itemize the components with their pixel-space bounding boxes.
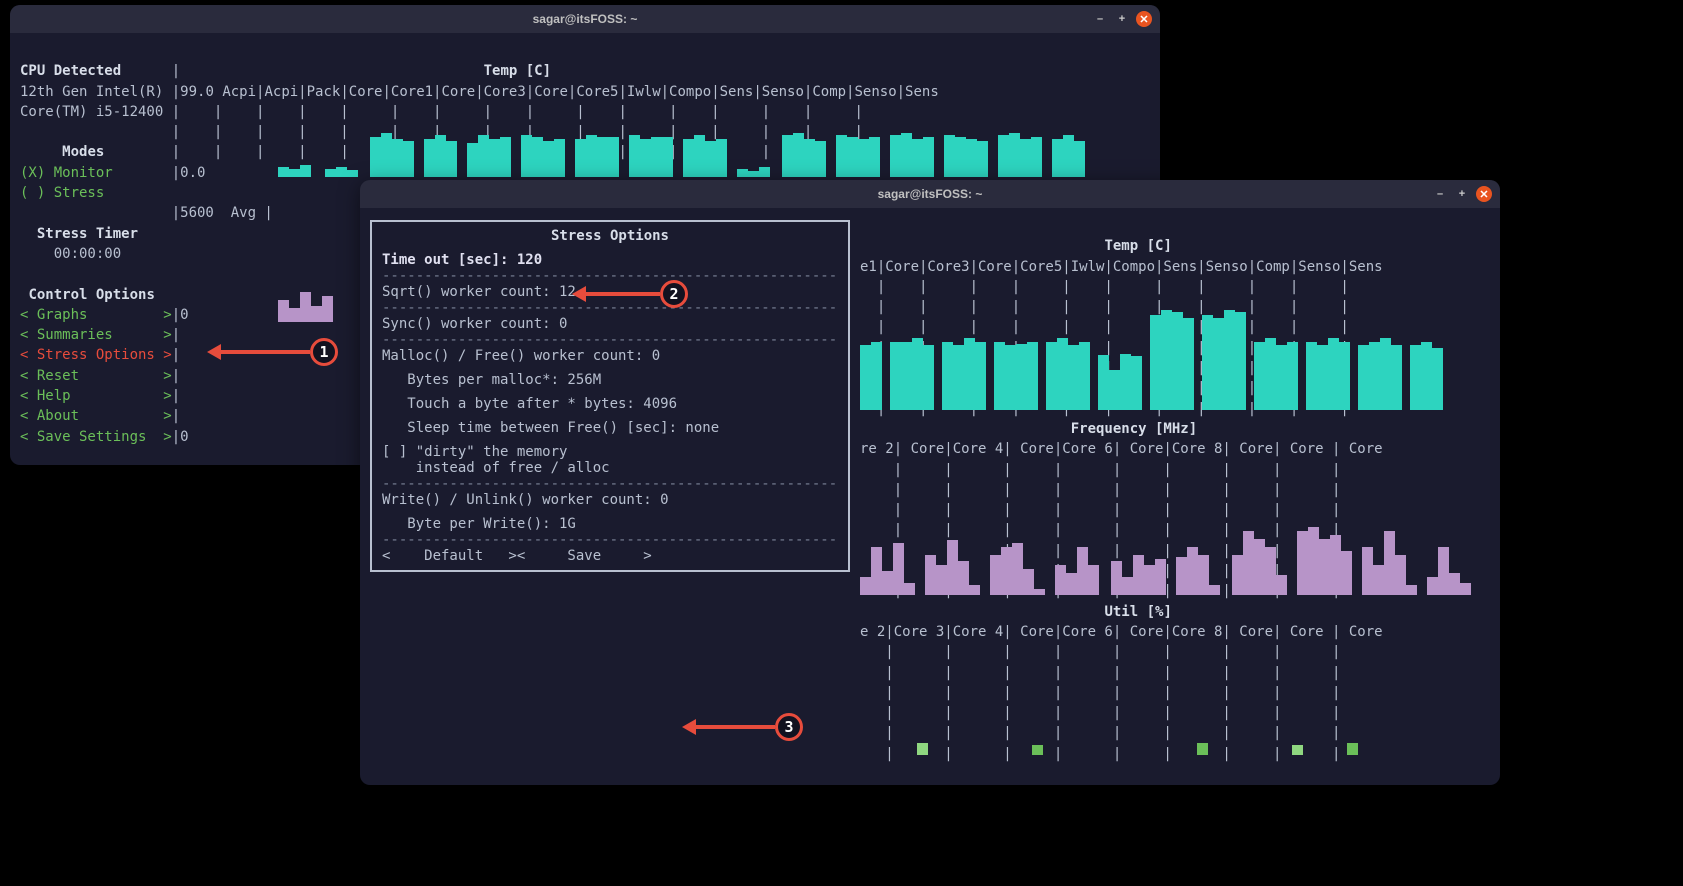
titlebar-1[interactable]: sagar@itsFOSS: ~ – + ✕ (10, 5, 1160, 33)
util-chart-2 (860, 645, 1358, 755)
save-button[interactable]: < Save > (517, 548, 652, 564)
bytes-malloc-field[interactable]: Bytes per malloc*: 256M (382, 372, 838, 388)
menu-save-settings[interactable]: < Save Settings > (20, 429, 172, 445)
write-field[interactable]: Write() / Unlink() worker count: 0 (382, 492, 838, 508)
temp-labels-2: e1|Core|Core3|Core|Core5|Iwlw|Compo|Sens… (860, 259, 1383, 275)
freq-chart-1-partial (278, 257, 333, 322)
control-options-header: Control Options (28, 287, 154, 303)
divider: ----------------------------------------… (382, 476, 838, 492)
terminal-window-2: sagar@itsFOSS: ~ – + ✕ Temp [C] e1|Core|… (360, 180, 1500, 785)
temp-chart-1 (278, 105, 1085, 177)
maximize-icon[interactable]: + (1114, 11, 1130, 27)
temp-scale-lo: |0.0 (172, 165, 206, 181)
close-icon[interactable]: ✕ (1476, 186, 1492, 202)
axis-zero-2: |0 (172, 429, 189, 445)
util-header: Util [%] (1104, 604, 1171, 620)
touch-byte-field[interactable]: Touch a byte after * bytes: 4096 (382, 396, 838, 412)
divider: ----------------------------------------… (382, 532, 838, 548)
close-icon[interactable]: ✕ (1136, 11, 1152, 27)
util-labels: e 2|Core 3|Core 4| Core|Core 6| Core|Cor… (860, 624, 1383, 640)
annotation-marker-3: 3 (775, 713, 803, 741)
sync-field[interactable]: Sync() worker count: 0 (382, 316, 838, 332)
dirty-checkbox[interactable]: [ ] "dirty" the memory (382, 444, 838, 460)
timeout-field[interactable]: Time out [sec]: 120 (382, 252, 542, 268)
temp-labels-1: Acpi|Acpi|Pack|Core|Core1|Core|Core3|Cor… (222, 84, 938, 100)
minimize-icon[interactable]: – (1092, 11, 1108, 27)
temp-header-2: Temp [C] (1104, 238, 1171, 254)
mode-stress[interactable]: ( ) Stress (20, 185, 104, 201)
stress-timer-value: 00:00:00 (54, 246, 121, 262)
menu-help[interactable]: < Help > (20, 388, 172, 404)
menu-reset[interactable]: < Reset > (20, 368, 172, 384)
maximize-icon[interactable]: + (1454, 186, 1470, 202)
dirty-checkbox-line2: instead of free / alloc (382, 460, 838, 476)
temp-chart-2 (860, 275, 1443, 410)
annotation-arrow-1 (215, 350, 310, 354)
menu-about[interactable]: < About > (20, 408, 172, 424)
menu-stress-options[interactable]: < Stress Options > (20, 347, 172, 363)
malloc-field[interactable]: Malloc() / Free() worker count: 0 (382, 348, 838, 364)
freq-chart-2 (860, 465, 1471, 595)
modes-header: Modes (62, 144, 104, 160)
divider: ----------------------------------------… (382, 300, 838, 316)
cpu-header: CPU Detected (20, 63, 121, 79)
stress-timer-header: Stress Timer (37, 226, 138, 242)
freq-scale: |5600 Avg | (172, 205, 273, 221)
window-title: sagar@itsFOSS: ~ (533, 12, 638, 26)
annotation-arrow-2 (580, 292, 660, 296)
menu-graphs[interactable]: < Graphs > (20, 307, 172, 323)
temp-header-1: Temp [C] (484, 63, 551, 79)
axis-zero-1: |0 (172, 307, 189, 323)
sleep-time-field[interactable]: Sleep time between Free() [sec]: none (382, 420, 838, 436)
freq-header: Frequency [MHz] (1071, 421, 1197, 437)
annotation-arrow-3 (690, 725, 775, 729)
freq-labels: re 2| Core|Core 4| Core|Core 6| Core|Cor… (860, 441, 1383, 457)
annotation-marker-1: 1 (310, 338, 338, 366)
cpu-line-2: Core(TM) i5-12400 (20, 104, 163, 120)
stress-options-popup: Stress Options Time out [sec]: 120 -----… (370, 220, 850, 572)
divider: ----------------------------------------… (382, 268, 838, 284)
default-button[interactable]: < Default > (382, 548, 517, 564)
annotation-marker-2: 2 (660, 280, 688, 308)
window-title-2: sagar@itsFOSS: ~ (878, 187, 983, 201)
menu-summaries[interactable]: < Summaries > (20, 327, 172, 343)
divider: ----------------------------------------… (382, 332, 838, 348)
popup-title: Stress Options (382, 228, 838, 244)
byte-write-field[interactable]: Byte per Write(): 1G (382, 516, 838, 532)
mode-monitor[interactable]: (X) Monitor (20, 165, 113, 181)
temp-scale-hi: |99.0 (172, 84, 214, 100)
titlebar-2[interactable]: sagar@itsFOSS: ~ – + ✕ (360, 180, 1500, 208)
minimize-icon[interactable]: – (1432, 186, 1448, 202)
cpu-line-1: 12th Gen Intel(R) (20, 84, 163, 100)
